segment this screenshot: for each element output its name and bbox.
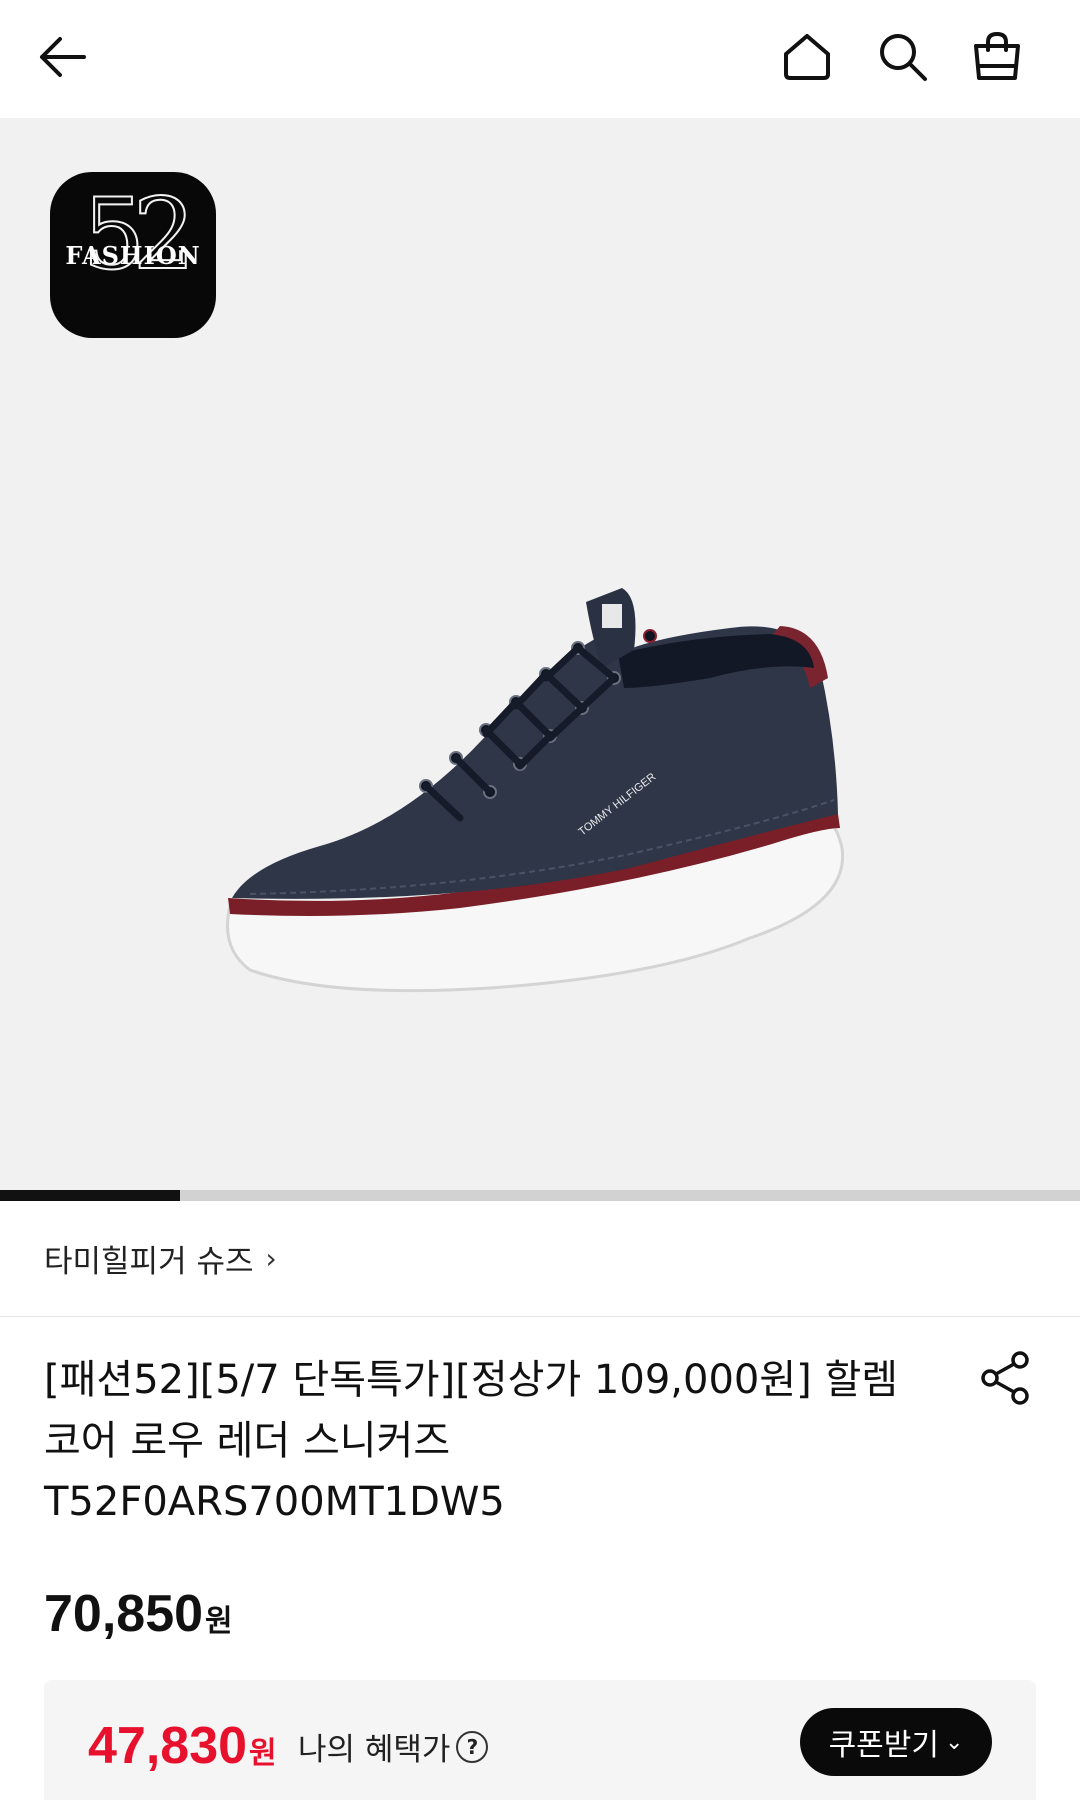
home-icon (784, 34, 830, 80)
shopping-bag-button[interactable] (962, 22, 1032, 92)
benefit-label: 나의 혜택가 ? (298, 1724, 489, 1769)
benefit-price: 47,830 원 (88, 1716, 277, 1776)
benefit-price-value: 47,830 (88, 1717, 248, 1775)
image-carousel-progress (0, 1190, 1080, 1201)
arrow-left-icon (40, 37, 86, 77)
benefit-price-box: 47,830 원 나의 혜택가 ? 쿠폰받기 ⌄ (44, 1680, 1036, 1800)
get-coupon-button[interactable]: 쿠폰받기 ⌄ (800, 1708, 992, 1776)
product-title-line: [패션52][5/7 단독특가][정상가 109,000원] 할렘 (44, 1357, 899, 1403)
logo-word: FASHION (65, 240, 201, 270)
help-icon[interactable]: ? (456, 1730, 489, 1763)
search-button[interactable] (868, 22, 938, 92)
coupon-label: 쿠폰받기 (828, 1728, 939, 1763)
fashion52-logo: 52 FASHION (50, 172, 216, 338)
product-price: 70,850 원 (44, 1584, 233, 1644)
benefit-price-unit: 원 (249, 1736, 277, 1771)
share-icon (981, 1351, 1029, 1405)
brand-link[interactable]: 타미힐피거 슈즈 › (0, 1201, 1080, 1317)
sneaker-product-image: TOMMY HILFIGER (226, 588, 845, 993)
chevron-right-icon: › (265, 1242, 277, 1275)
chevron-down-icon: ⌄ (944, 1729, 964, 1755)
image-carousel-progress-fill (0, 1190, 181, 1201)
top-bar (0, 0, 1080, 118)
shopping-bag-icon (974, 31, 1020, 80)
home-button[interactable] (772, 22, 842, 92)
back-button[interactable] (28, 22, 98, 92)
product-image-carousel[interactable]: 52 FASHION TOMMY HILFIGER (0, 118, 1080, 1190)
search-icon (880, 34, 927, 81)
product-title-line: T52F0ARS700MT1DW5 (44, 1479, 505, 1525)
product-title-line: 코어 로우 레더 스니커즈 (44, 1418, 451, 1464)
benefit-label-text: 나의 혜택가 (298, 1732, 451, 1768)
brand-label: 타미힐피거 슈즈 (44, 1244, 254, 1280)
share-button[interactable] (976, 1348, 1036, 1408)
price-unit: 원 (205, 1604, 233, 1639)
product-title: [패션52][5/7 단독특가][정상가 109,000원] 할렘 코어 로우 … (44, 1350, 924, 1533)
price-value: 70,850 (44, 1585, 204, 1643)
